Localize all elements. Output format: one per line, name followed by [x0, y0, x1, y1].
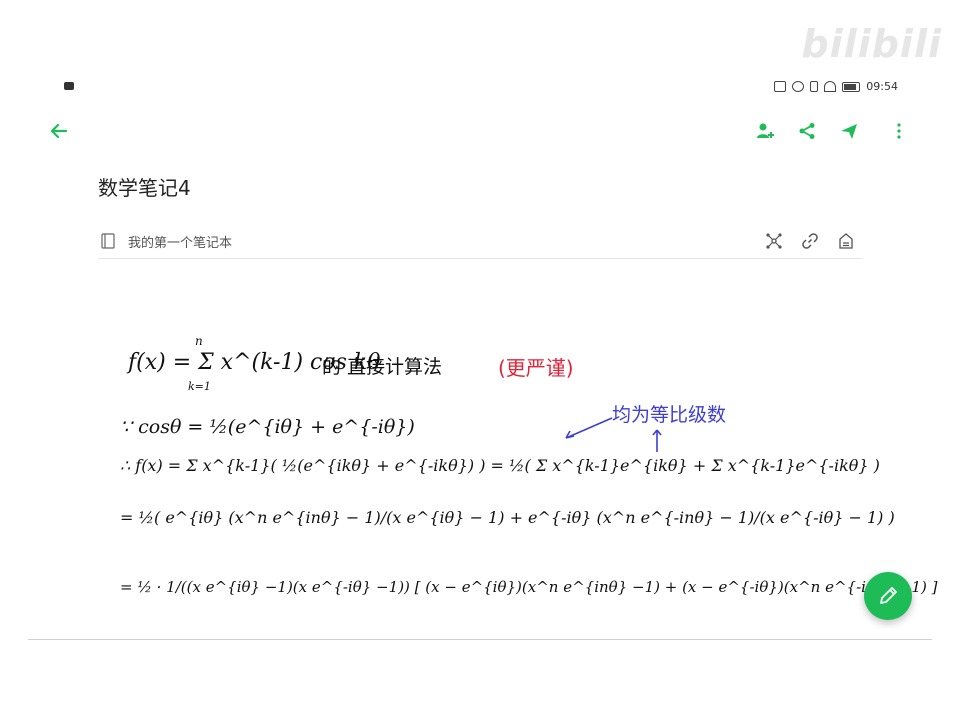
- send-button[interactable]: [834, 116, 864, 146]
- send-icon: [841, 124, 857, 139]
- export-button[interactable]: [835, 230, 857, 252]
- status-bar: 09:54: [0, 78, 960, 100]
- add-user-icon: [757, 123, 774, 138]
- sum-lower-limit: k=1: [188, 380, 211, 393]
- screen: bilibili 09:54 数学笔记4 我的第一个笔记本 f(x) = Σ x…: [0, 0, 960, 720]
- sum-upper-limit: n: [195, 334, 203, 348]
- share-button[interactable]: [792, 116, 822, 146]
- line1-red-annotation: (更严谨): [498, 356, 574, 380]
- status-icons: 09:54: [774, 80, 898, 93]
- status-time: 09:54: [866, 80, 898, 93]
- export-icon: [839, 233, 853, 249]
- nfc-icon: [774, 81, 787, 92]
- line1-text: 的 直接计算法: [322, 356, 443, 378]
- wifi-icon: [824, 81, 837, 92]
- camera-indicator-icon: [64, 82, 74, 90]
- content-bottom-divider: [28, 639, 932, 640]
- notebook-name[interactable]: 我的第一个笔记本: [128, 232, 232, 251]
- mindmap-icon: [766, 233, 782, 249]
- notebook-row: 我的第一个笔记本: [98, 226, 863, 259]
- mindmap-button[interactable]: [763, 230, 785, 252]
- battery-icon: [842, 81, 861, 92]
- blue-annotation: 均为等比级数: [612, 404, 727, 426]
- arrow-left-icon: [50, 123, 68, 139]
- blue-arrow-left-icon: [565, 417, 613, 439]
- edit-note-button[interactable]: [864, 572, 912, 620]
- link-button[interactable]: [799, 230, 821, 252]
- bilibili-watermark: bilibili: [801, 22, 942, 66]
- more-options-button[interactable]: [884, 116, 914, 146]
- blue-arrow-up-icon: [652, 429, 662, 452]
- notebook-icon: [101, 233, 115, 249]
- share-icon: [799, 123, 815, 139]
- note-actions: [763, 230, 857, 252]
- bluetooth-icon: [810, 81, 819, 92]
- formula-line-3: ∴ f(x) = Σ x^{k-1}( ½(e^{ikθ} + e^{-ikθ}…: [120, 456, 880, 475]
- note-toolbar: [0, 112, 960, 152]
- eye-icon: [792, 81, 805, 92]
- formula-line-2: ∵ cosθ = ½(e^{iθ} + e^{-iθ}): [120, 416, 415, 438]
- more-vertical-icon: [897, 123, 901, 139]
- note-title[interactable]: 数学笔记4: [98, 172, 191, 201]
- add-collaborator-button[interactable]: [750, 116, 780, 146]
- back-button[interactable]: [44, 116, 74, 146]
- link-icon: [802, 233, 818, 249]
- handwritten-note-image: f(x) = Σ x^(k-1) cos kθ n k=1 的 直接计算法 (更…: [100, 320, 938, 640]
- formula-line-4: = ½( e^{iθ} (x^n e^{inθ} − 1)/(x e^{iθ} …: [120, 508, 895, 527]
- formula-line-5: = ½ · 1/((x e^{iθ} −1)(x e^{-iθ} −1)) [ …: [120, 578, 938, 596]
- pencil-icon: [880, 587, 897, 604]
